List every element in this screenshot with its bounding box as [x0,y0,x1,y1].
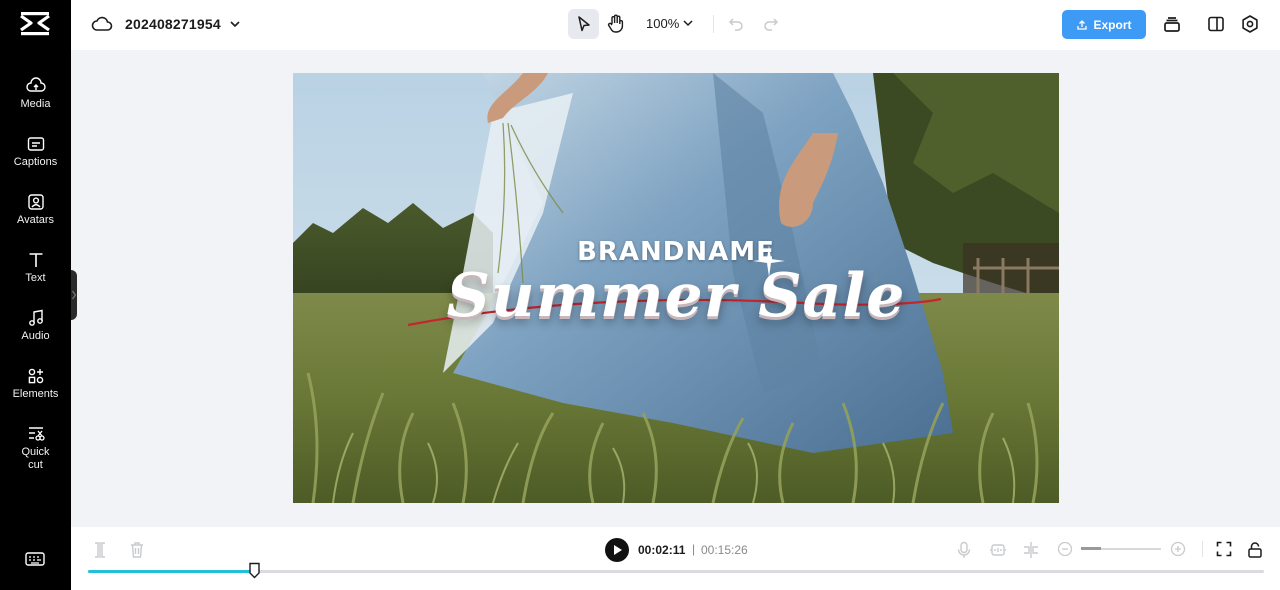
sidebar-item-label: Audio [21,330,50,342]
top-bar: 202408271954 100% Export [71,0,1280,50]
sidebar-item-elements[interactable]: Elements [0,366,71,401]
divider [1202,541,1203,557]
layers-icon[interactable] [1162,15,1182,35]
sidebar-item-audio[interactable]: Audio [0,308,71,343]
ai-enhance-icon[interactable] [989,541,1007,559]
zoom-level[interactable]: 100% [646,16,679,31]
split-clip-icon[interactable] [1022,541,1040,559]
video-preview[interactable]: BRANDNAME Summer Sale [293,73,1059,503]
gear-icon[interactable] [1240,14,1260,34]
sidebar-item-media[interactable]: Media [0,76,71,111]
export-button[interactable]: Export [1062,10,1146,39]
project-name[interactable]: 202408271954 [125,16,221,32]
sidebar-item-label: Media [20,98,51,110]
sidebar-item-label: Quick cut [21,446,50,471]
undo-icon[interactable] [727,15,745,33]
quick-cut-icon [28,427,45,441]
sidebar-item-label: Text [25,272,46,284]
elements-icon [28,368,43,384]
cloud-upload-icon [25,77,46,92]
captions-icon [27,137,44,151]
play-button[interactable] [605,538,629,562]
music-note-icon [28,309,43,326]
chevron-down-icon[interactable] [681,16,695,30]
sidebar-item-avatars[interactable]: Avatars [0,192,71,227]
zoom-in-icon[interactable] [1170,541,1186,557]
timeline-zoom-slider[interactable] [1081,547,1161,550]
playback-progress-track[interactable] [88,562,1264,579]
title-text-overlay[interactable]: Summer Sale [293,261,1059,331]
text-icon [29,253,42,267]
sidebar-item-label: Elements [12,388,59,400]
sidebar-collapse-handle[interactable] [71,270,77,320]
lock-icon[interactable] [1247,541,1263,559]
sidebar-item-captions[interactable]: Captions [0,134,71,169]
chevron-right-icon [72,290,77,300]
play-icon [614,545,622,555]
sidebar-item-quick-cut[interactable]: Quick cut [0,424,71,472]
microphone-icon[interactable] [956,541,972,559]
playback-bar: 00:02:11 | 00:15:26 [71,527,1280,590]
capcut-logo[interactable] [18,10,52,40]
panel-layout-icon[interactable] [1207,15,1225,33]
pointer-icon [578,16,590,32]
time-separator: | [692,542,696,556]
playhead-handle[interactable] [249,562,261,579]
zoom-out-icon[interactable] [1057,541,1073,557]
zoom-slider-fill [1081,547,1101,550]
sidebar-item-label: Captions [13,156,58,168]
hand-icon[interactable] [605,13,627,35]
select-tool-button[interactable] [568,9,599,39]
avatar-icon [27,194,44,210]
split-icon[interactable] [92,541,108,559]
upload-icon [1077,19,1088,30]
chevron-down-icon[interactable] [227,16,243,32]
divider [713,15,714,33]
sidebar-item-text[interactable]: Text [0,250,71,285]
keyboard-icon[interactable] [24,550,46,568]
sidebar-item-label: Avatars [16,214,55,226]
cloud-sync-icon[interactable] [91,14,113,34]
current-time: 00:02:11 [638,543,686,557]
export-label: Export [1093,17,1132,32]
total-duration: 00:15:26 [701,543,748,557]
playback-progress-fill [88,570,255,573]
left-sidebar: Media Captions Avatars Text Audio Elemen… [0,0,71,590]
redo-icon[interactable] [762,15,780,33]
fullscreen-icon[interactable] [1216,541,1232,557]
trash-icon[interactable] [129,541,145,559]
